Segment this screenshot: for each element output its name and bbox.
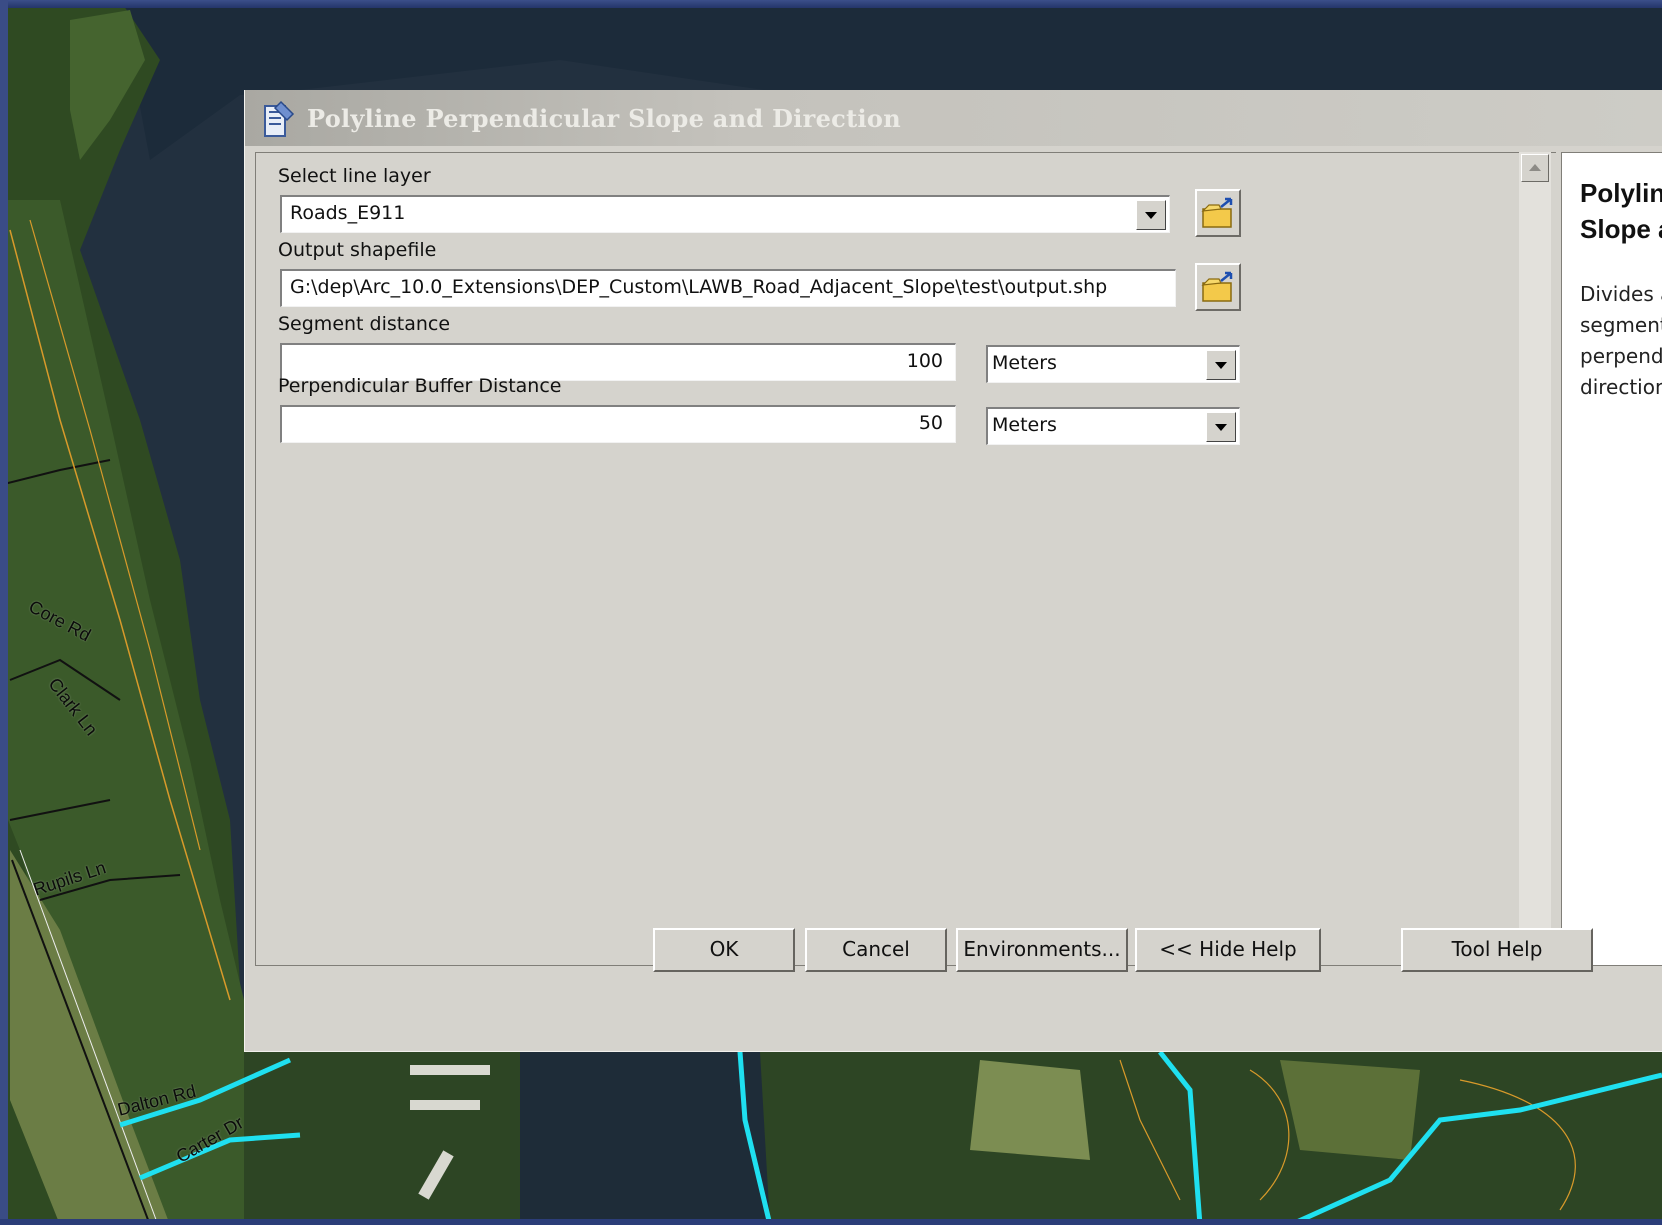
buffer-unit-value: Meters <box>992 414 1057 436</box>
help-title-line-1: Polyline Perpend <box>1580 178 1662 208</box>
segment-unit-select[interactable]: Meters <box>986 345 1240 383</box>
scroll-up-button[interactable] <box>1521 154 1549 182</box>
help-title-line-2: Slope and Direct <box>1580 214 1662 244</box>
buffer-distance-input[interactable]: 50 <box>280 405 956 443</box>
line-layer-label: Select line layer <box>278 165 431 187</box>
segment-unit-dropdown-arrow[interactable] <box>1206 350 1236 380</box>
parameters-scrollbar[interactable] <box>1519 152 1551 964</box>
folder-open-icon <box>1201 197 1233 228</box>
ok-button[interactable]: OK <box>653 928 795 972</box>
tool-dialog: Polyline Perpendicular Slope and Directi… <box>244 90 1662 1052</box>
segment-distance-value: 100 <box>906 350 943 372</box>
help-line-2: segments and compu <box>1580 313 1662 337</box>
line-layer-browse-button[interactable] <box>1195 189 1241 237</box>
output-shapefile-label: Output shapefile <box>278 239 437 261</box>
output-shapefile-input[interactable]: G:\dep\Arc_10.0_Extensions\DEP_Custom\LA… <box>280 269 1176 307</box>
line-layer-select[interactable]: Roads_E911 <box>280 195 1170 233</box>
help-line-3: perpendicular slope a <box>1580 344 1662 368</box>
folder-open-icon <box>1201 271 1233 302</box>
line-layer-value: Roads_E911 <box>290 202 406 224</box>
environments-button[interactable]: Environments... <box>956 928 1128 972</box>
tool-help-button[interactable]: Tool Help <box>1401 928 1593 972</box>
help-title: Polyline Perpend Slope and Direct <box>1580 175 1662 247</box>
help-line-4: direction. <box>1580 375 1662 399</box>
help-panel: Polyline Perpend Slope and Direct Divide… <box>1561 152 1662 966</box>
output-shapefile-value: G:\dep\Arc_10.0_Extensions\DEP_Custom\LA… <box>290 276 1108 298</box>
help-description: Divides a line into equ segments and com… <box>1580 279 1662 403</box>
buffer-distance-value: 50 <box>918 412 943 434</box>
dialog-titlebar[interactable]: Polyline Perpendicular Slope and Directi… <box>245 90 1662 146</box>
buffer-unit-select[interactable]: Meters <box>986 407 1240 445</box>
screen-top-border <box>0 0 1662 8</box>
screen-left-border <box>0 0 8 1225</box>
tool-script-icon <box>264 100 295 137</box>
line-layer-dropdown-arrow[interactable] <box>1136 200 1166 230</box>
buffer-distance-label: Perpendicular Buffer Distance <box>278 375 562 397</box>
output-shapefile-browse-button[interactable] <box>1195 263 1241 311</box>
screen-bottom-border <box>0 1219 1662 1225</box>
dialog-title: Polyline Perpendicular Slope and Directi… <box>307 104 901 133</box>
segment-unit-value: Meters <box>992 352 1057 374</box>
hide-help-button[interactable]: << Hide Help <box>1135 928 1321 972</box>
cancel-button[interactable]: Cancel <box>805 928 947 972</box>
buffer-unit-dropdown-arrow[interactable] <box>1206 412 1236 442</box>
help-line-1: Divides a line into equ <box>1580 282 1662 306</box>
segment-distance-label: Segment distance <box>278 313 451 335</box>
parameters-panel: Select line layer Roads_E911 Output shap… <box>255 152 1556 966</box>
